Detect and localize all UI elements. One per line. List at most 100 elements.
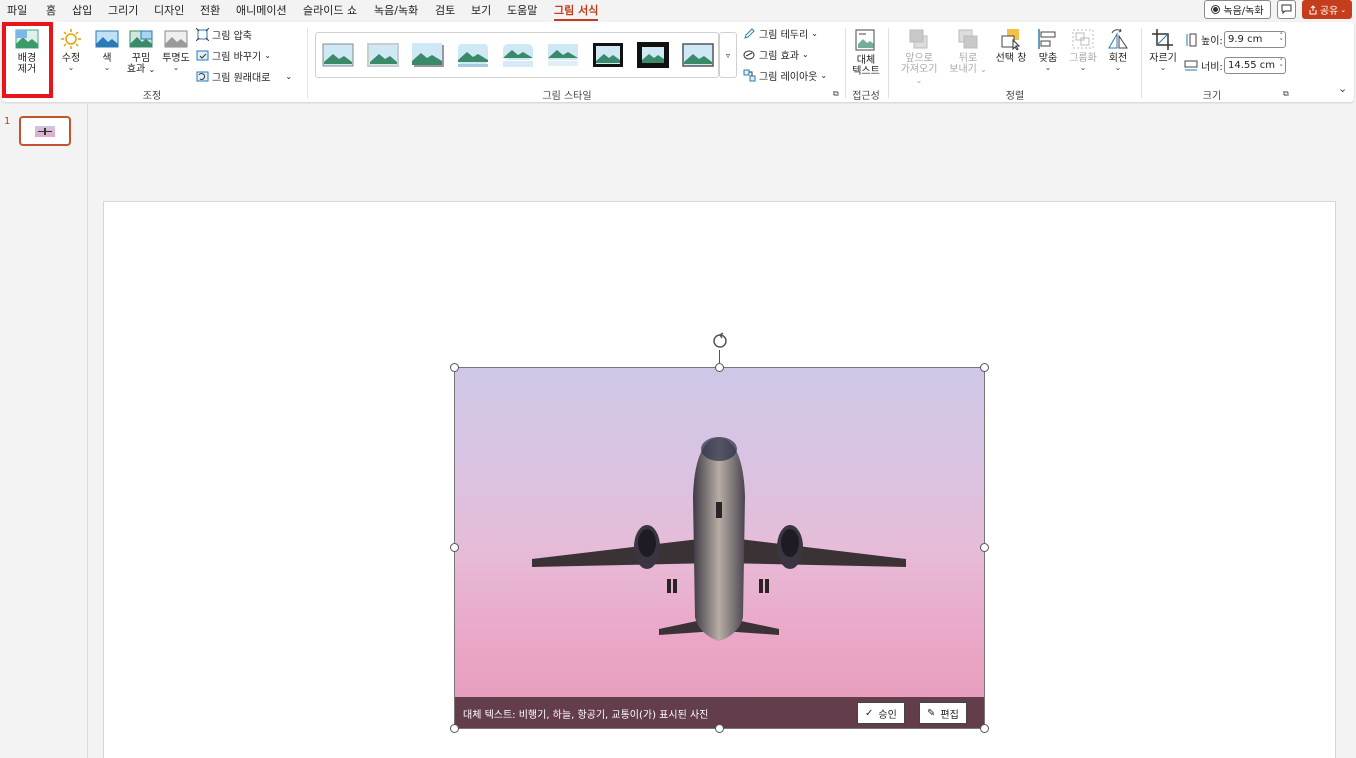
resize-handle-top[interactable] — [715, 363, 724, 372]
slide-number: 1 — [4, 116, 11, 127]
style-thick-frame-thumb[interactable] — [637, 42, 669, 68]
separator — [845, 28, 846, 98]
picture-styles-group-label: 그림 스타일 — [542, 91, 592, 102]
size-group-label: 크기 — [1202, 91, 1222, 102]
color-button[interactable]: 색 ⌄ — [94, 28, 120, 72]
chevron-down-icon: ⌄ — [148, 65, 156, 74]
corrections-button[interactable]: 수정 ⌄ — [58, 28, 84, 72]
tab-animations[interactable]: 애니메이션 — [236, 2, 287, 18]
alt-text-button[interactable]: 대체 텍스트 — [849, 28, 883, 77]
alt-text-description: 대체 텍스트: 비행기, 하늘, 항공기, 교통이(가) 표시된 사진 — [463, 710, 709, 721]
rotate-handle-icon[interactable] — [710, 331, 730, 351]
style-beveled-thumb[interactable] — [367, 42, 399, 68]
effects-icon — [743, 50, 755, 60]
resize-handle-top-right[interactable] — [980, 363, 989, 372]
pencil-icon: ✎ — [927, 707, 936, 719]
share-button[interactable]: 공유 ⌄ — [1302, 0, 1352, 19]
resize-handle-right[interactable] — [980, 543, 989, 552]
edit-alt-text-button[interactable]: ✎ 편집 — [919, 702, 967, 724]
record-icon — [1211, 5, 1221, 14]
resize-handle-bottom-left[interactable] — [450, 724, 459, 733]
chevron-down-icon: ⌄ — [285, 72, 293, 81]
resize-handle-bottom-right[interactable] — [980, 724, 989, 733]
height-input[interactable]: 9.9 cm ˄ ˅ — [1224, 31, 1286, 48]
height-label: 높이: — [1201, 36, 1223, 47]
group-icon — [1072, 29, 1094, 49]
gallery-more-button[interactable]: ▿ — [719, 32, 737, 78]
group-button[interactable]: 그룹화 ⌄ — [1066, 28, 1100, 72]
bring-forward-button[interactable]: 앞으로 가져오기 ⌄ — [896, 28, 942, 86]
tab-help[interactable]: 도움말 — [507, 2, 537, 18]
picture-effects-button[interactable]: 그림 효과 ⌄ — [743, 47, 809, 62]
width-input[interactable]: 14.55 cm ˄ ˅ — [1224, 57, 1286, 74]
bring-forward-icon — [909, 29, 928, 49]
tab-slideshow[interactable]: 슬라이드 쇼 — [303, 2, 357, 18]
highlight-annotation — [2, 22, 53, 98]
tab-design[interactable]: 디자인 — [154, 2, 184, 18]
rotate-button[interactable]: 회전 ⌄ — [1102, 28, 1134, 72]
chevron-down-icon: ⌄ — [1114, 63, 1122, 72]
tab-home[interactable]: 홈 — [46, 2, 56, 18]
crop-button[interactable]: 자르기 ⌄ — [1146, 28, 1180, 72]
picture-layout-button[interactable]: 그림 레이아웃 ⌄ — [743, 68, 827, 83]
artistic-effects-button[interactable]: 꾸밈 효과 ⌄ — [124, 28, 158, 75]
tab-file[interactable]: 파일 — [7, 2, 27, 18]
picture-border-button[interactable]: 그림 테두리 ⌄ — [743, 26, 818, 41]
reset-picture-button[interactable]: 그림 원래대로 ⌄ — [196, 69, 292, 84]
spinner-icon[interactable]: ˄ ˅ — [1280, 59, 1284, 72]
transparency-button[interactable]: 투명도 ⌄ — [160, 28, 192, 72]
resize-handle-left[interactable] — [450, 543, 459, 552]
align-icon — [1038, 29, 1056, 49]
dialog-launcher-icon[interactable]: ⧉ — [833, 89, 839, 99]
tab-recording[interactable]: 녹음/녹화 — [374, 2, 418, 18]
style-soft-edge-thumb[interactable] — [547, 42, 579, 68]
send-backward-button[interactable]: 뒤로 보내기 ⌄ — [948, 28, 988, 75]
chevron-down-icon: ⌄ — [67, 63, 75, 72]
tab-draw[interactable]: 그리기 — [108, 2, 138, 18]
style-rounded-thumb[interactable] — [457, 42, 489, 68]
selection-pane-icon — [1001, 29, 1021, 50]
backward-line1: 뒤로 — [958, 53, 978, 64]
align-button[interactable]: 맞춤 ⌄ — [1034, 28, 1062, 72]
record-button[interactable]: 녹음/녹화 — [1204, 0, 1271, 19]
height-icon — [1186, 33, 1197, 46]
width-label: 너비: — [1201, 62, 1223, 73]
airplane-picture[interactable]: 대체 텍스트: 비행기, 하늘, 항공기, 교통이(가) 표시된 사진 ✓ 승인… — [454, 367, 985, 729]
compress-label: 그림 압축 — [212, 31, 252, 42]
tab-view[interactable]: 보기 — [471, 2, 491, 18]
comments-button[interactable] — [1277, 0, 1296, 19]
compress-pictures-button[interactable]: 그림 압축 — [196, 27, 252, 42]
color-icon — [95, 30, 119, 48]
style-black-frame-thumb[interactable] — [592, 42, 624, 68]
backward-line2: 보내기 — [949, 64, 977, 75]
style-simple-frame-thumb[interactable] — [322, 42, 354, 68]
tab-insert[interactable]: 삽입 — [72, 2, 92, 18]
style-shadow-thumb[interactable] — [412, 42, 444, 68]
collapse-ribbon-chevron-icon[interactable]: ⌄ — [1338, 82, 1347, 95]
change-picture-button[interactable]: 그림 바꾸기 ⌄ — [196, 48, 271, 63]
style-reflected-thumb[interactable] — [502, 42, 534, 68]
resize-handle-bottom[interactable] — [715, 724, 724, 733]
separator — [888, 28, 889, 98]
resize-handle-top-left[interactable] — [450, 363, 459, 372]
tab-review[interactable]: 검토 — [435, 2, 455, 18]
alt-line1: 대체 — [856, 55, 876, 66]
slide-thumbnails-pane: 1 — [0, 104, 88, 758]
height-row: 높이: — [1184, 32, 1223, 47]
rotate-icon — [1108, 28, 1128, 49]
dialog-launcher-icon[interactable]: ⧉ — [1283, 89, 1289, 99]
chevron-down-icon: ⌄ — [1079, 63, 1087, 72]
style-metal-frame-thumb[interactable] — [682, 42, 714, 68]
approve-button[interactable]: ✓ 승인 — [857, 702, 905, 724]
selection-pane-button[interactable]: 선택 창 — [992, 28, 1030, 64]
reset-picture-label: 그림 원래대로 — [212, 73, 271, 84]
ribbon: 배경 제거 수정 ⌄ 색 ⌄ 꾸밈 효과 ⌄ 투명도 ⌄ 그림 압축 그림 바꾸… — [2, 22, 1354, 102]
tab-transitions[interactable]: 전환 — [200, 2, 220, 18]
spinner-icon[interactable]: ˄ ˅ — [1280, 33, 1284, 46]
change-picture-label: 그림 바꾸기 — [212, 52, 262, 63]
artistic-effects-icon — [129, 30, 153, 48]
crop-icon — [1152, 29, 1173, 50]
slide-thumbnail[interactable] — [19, 116, 71, 146]
tab-picture-format[interactable]: 그림 서식 — [554, 2, 599, 21]
alt-text-icon — [855, 29, 875, 51]
